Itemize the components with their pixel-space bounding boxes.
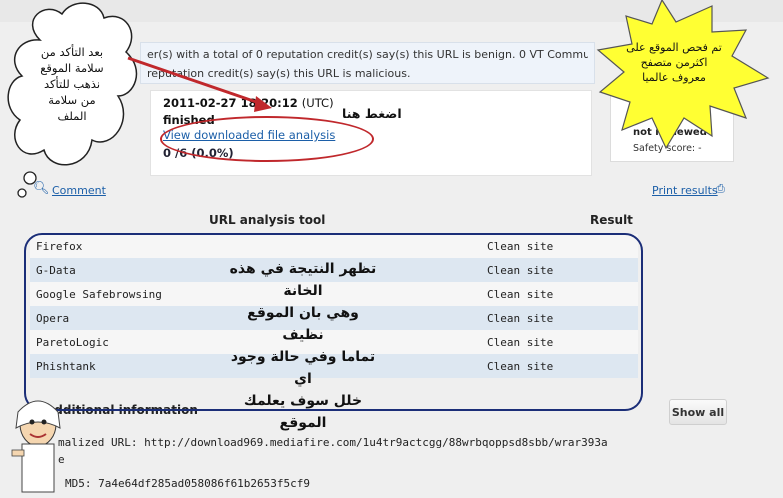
normalized-url: malized URL: http://download969.mediafir…	[58, 436, 608, 449]
cloud-note-line: من سلامة	[48, 93, 96, 107]
result-note: تظهر النتيجة في هذه الخانة وهي بان الموق…	[228, 258, 378, 434]
magnifier-icon: 🔍︎	[33, 181, 50, 196]
safety-score: Safety score: -	[633, 143, 702, 154]
star-note: تم فحص الموقع على اكثرمن متصفح معروف عال…	[608, 40, 740, 85]
result-note-line: تماما وفي حالة وجود اي	[230, 349, 376, 387]
results-table-header: URL analysis tool Result	[30, 208, 730, 234]
printer-icon[interactable]: ⎙	[716, 182, 725, 196]
star-note-line: معروف عالميا	[642, 71, 706, 84]
star-note-line: اكثرمن متصفح	[640, 56, 708, 69]
cloud-note-line: الملف	[57, 109, 87, 123]
col-header-tool: URL analysis tool	[209, 213, 326, 227]
top-band	[0, 0, 783, 22]
result-note-line: الخانة	[283, 283, 323, 299]
cloud-note-line: سلامة الموقع	[40, 61, 104, 75]
analysis-date-value: 2011-02-27 18:20:12	[163, 96, 298, 110]
comment-link[interactable]: Comment	[52, 184, 106, 197]
highlight-oval	[160, 116, 374, 162]
notice-line-2: reputation credit(s) say(s) this URL is …	[147, 67, 411, 80]
normalized-url-continued: e	[58, 453, 65, 466]
analysis-date: 2011-02-27 18:20:12 (UTC)	[163, 96, 334, 110]
not-reviewed-label: not reviewed	[633, 127, 707, 138]
result-note-line: خلل سوف يعلمك الموقع	[243, 393, 363, 431]
col-header-result: Result	[590, 213, 633, 227]
reputation-notice: er(s) with a total of 0 reputation credi…	[140, 42, 595, 84]
result-note-line: تظهر النتيجة في هذه	[229, 261, 377, 277]
star-note-line: تم فحص الموقع على	[626, 41, 722, 54]
cloud-note: بعد التأكد من سلامة الموقع نذهب للتأكد م…	[28, 44, 116, 124]
show-all-button[interactable]: Show all	[669, 399, 727, 425]
cloud-note-line: بعد التأكد من	[40, 45, 104, 59]
print-results-link[interactable]: Print results	[652, 184, 718, 197]
md5-hash: MD5: 7a4e64df285ad058086f61b2653f5cf9	[65, 477, 311, 490]
analysis-tz: (UTC)	[301, 96, 334, 110]
result-note-line: وهي بان الموقع نظيف	[247, 305, 359, 343]
notice-line-1: er(s) with a total of 0 reputation credi…	[147, 48, 588, 61]
click-here-note: اضغط هنا	[342, 106, 402, 121]
cloud-note-line: نذهب للتأكد	[43, 77, 101, 91]
